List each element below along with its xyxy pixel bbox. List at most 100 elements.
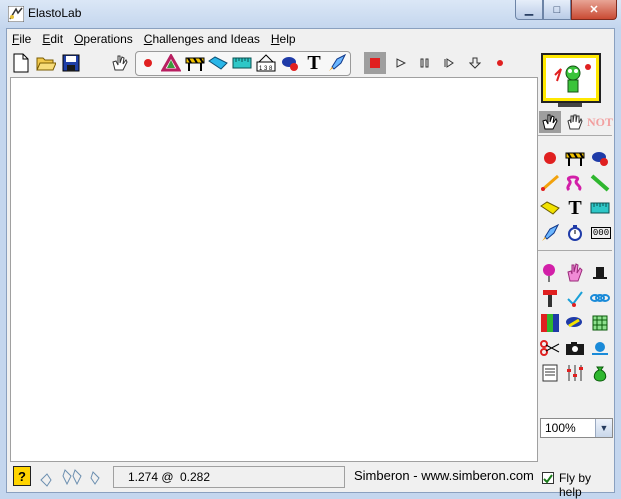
close-button[interactable]: ✕ xyxy=(571,0,617,20)
tool-barrier[interactable] xyxy=(184,52,206,74)
pal-chain[interactable] xyxy=(589,287,611,309)
hat-icon xyxy=(593,267,607,279)
minimize-button[interactable]: ▁ xyxy=(515,0,543,20)
window-border-bottom xyxy=(0,493,621,499)
pal-ruler[interactable] xyxy=(589,197,611,219)
title-bar[interactable]: ElastoLab ▁ □ ✕ xyxy=(0,0,621,28)
pal-hand[interactable] xyxy=(564,262,586,284)
app-logo-icon xyxy=(8,6,24,22)
pal-counter[interactable]: 000 xyxy=(589,222,613,244)
pointer-hand-icon xyxy=(542,114,558,130)
rod-icon xyxy=(590,174,610,192)
play-button[interactable] xyxy=(390,52,412,74)
grid-icon xyxy=(592,315,608,331)
step-button[interactable] xyxy=(438,52,460,74)
menu-file[interactable]: File xyxy=(7,32,37,46)
pal-fish[interactable] xyxy=(564,312,586,334)
menu-edit[interactable]: Edit xyxy=(37,32,69,46)
pal-cannon[interactable] xyxy=(589,147,611,169)
barrier-icon xyxy=(565,152,585,166)
ball-icon xyxy=(144,59,152,67)
tool-ball[interactable] xyxy=(137,52,159,74)
tool-cannon[interactable] xyxy=(279,52,301,74)
hand-icon xyxy=(567,263,583,282)
pal-hammer[interactable] xyxy=(539,287,561,309)
object-tools-group: 1 3 8 T xyxy=(135,51,351,76)
reset-button[interactable] xyxy=(464,52,486,74)
new-file-button[interactable] xyxy=(10,52,32,74)
select-tool-button[interactable] xyxy=(539,111,561,133)
credit-text: Simberon - www.simberon.com xyxy=(354,468,534,483)
window-title: ElastoLab xyxy=(28,6,82,20)
pal-rocket[interactable] xyxy=(539,222,561,244)
not-label: NOT xyxy=(587,114,614,129)
ramp-icon xyxy=(208,56,228,70)
menu-challenges-and-ideas[interactable]: Challenges and Ideas xyxy=(139,32,266,46)
frog-mascot-icon xyxy=(546,58,596,98)
open-folder-icon xyxy=(36,57,56,71)
save-disk-icon xyxy=(62,54,80,72)
pal-ramp[interactable] xyxy=(539,197,561,219)
grab-tool-button[interactable] xyxy=(564,111,586,133)
ramp-icon xyxy=(540,201,560,215)
money-bag-icon xyxy=(593,366,607,382)
menu-operations[interactable]: Operations xyxy=(69,32,139,46)
step-icon xyxy=(444,58,454,68)
app-window: ElastoLab ▁ □ ✕ File Edit Operations Cha… xyxy=(0,0,621,499)
palette-divider xyxy=(538,250,612,251)
pal-barrier[interactable] xyxy=(564,147,586,169)
pal-stopwatch[interactable] xyxy=(564,222,586,244)
tool-triangle[interactable] xyxy=(160,52,182,74)
pal-balloon[interactable] xyxy=(539,262,561,284)
hammer-icon xyxy=(543,290,557,307)
camera-icon xyxy=(566,342,584,355)
minimize-icon: ▁ xyxy=(524,4,534,16)
pause-button[interactable] xyxy=(414,52,436,74)
not-tool-button[interactable]: NOT xyxy=(587,111,614,133)
tool-rocket[interactable] xyxy=(326,52,348,74)
tool-scale[interactable]: 1 3 8 xyxy=(255,52,277,74)
tool-text[interactable]: T xyxy=(303,52,325,74)
simulation-canvas[interactable] xyxy=(10,77,538,462)
record-icon xyxy=(497,60,503,66)
play-icon xyxy=(396,58,406,68)
menu-help[interactable]: Help xyxy=(266,32,302,46)
pal-coil[interactable] xyxy=(564,172,586,194)
open-file-button[interactable] xyxy=(35,52,57,74)
pal-check[interactable] xyxy=(564,287,586,309)
fly-by-help-checkbox[interactable] xyxy=(542,472,554,484)
monitor-frame[interactable] xyxy=(541,53,601,103)
pal-scroll[interactable] xyxy=(539,362,561,384)
pal-hat[interactable] xyxy=(589,262,611,284)
fly-by-help-label: Fly by help xyxy=(559,471,592,499)
counter-icon: 000 xyxy=(590,227,612,239)
cannon-icon xyxy=(282,57,298,71)
pal-grid[interactable] xyxy=(589,312,611,334)
window-border-right xyxy=(615,28,621,499)
pal-colors[interactable] xyxy=(539,312,561,334)
save-button[interactable] xyxy=(60,52,82,74)
new-file-icon xyxy=(13,53,29,73)
monitor-stand xyxy=(558,103,582,107)
help-button[interactable]: ? xyxy=(13,466,31,486)
pal-rod[interactable] xyxy=(589,172,611,194)
pal-money-bag[interactable] xyxy=(589,362,611,384)
scale-icon: 1 3 8 xyxy=(256,54,276,72)
pal-sliders[interactable] xyxy=(564,362,586,384)
hand-pointer-button[interactable] xyxy=(109,52,131,74)
chevron-down-icon[interactable]: ▼ xyxy=(595,419,612,437)
stop-button[interactable] xyxy=(364,52,386,74)
pal-scissors[interactable] xyxy=(539,337,561,359)
pal-camera[interactable] xyxy=(564,337,586,359)
tool-ramp[interactable] xyxy=(207,52,229,74)
record-button[interactable] xyxy=(489,52,511,74)
pal-snail[interactable] xyxy=(589,337,611,359)
maximize-button[interactable]: □ xyxy=(543,0,571,20)
pal-ball[interactable] xyxy=(539,147,561,169)
pal-text[interactable]: T xyxy=(564,197,586,219)
tool-ruler[interactable] xyxy=(231,52,253,74)
checkmark-icon xyxy=(543,474,553,484)
zoom-select[interactable]: 100% ▼ xyxy=(540,418,613,438)
pal-spring[interactable] xyxy=(539,172,561,194)
ruler-icon xyxy=(590,202,610,214)
